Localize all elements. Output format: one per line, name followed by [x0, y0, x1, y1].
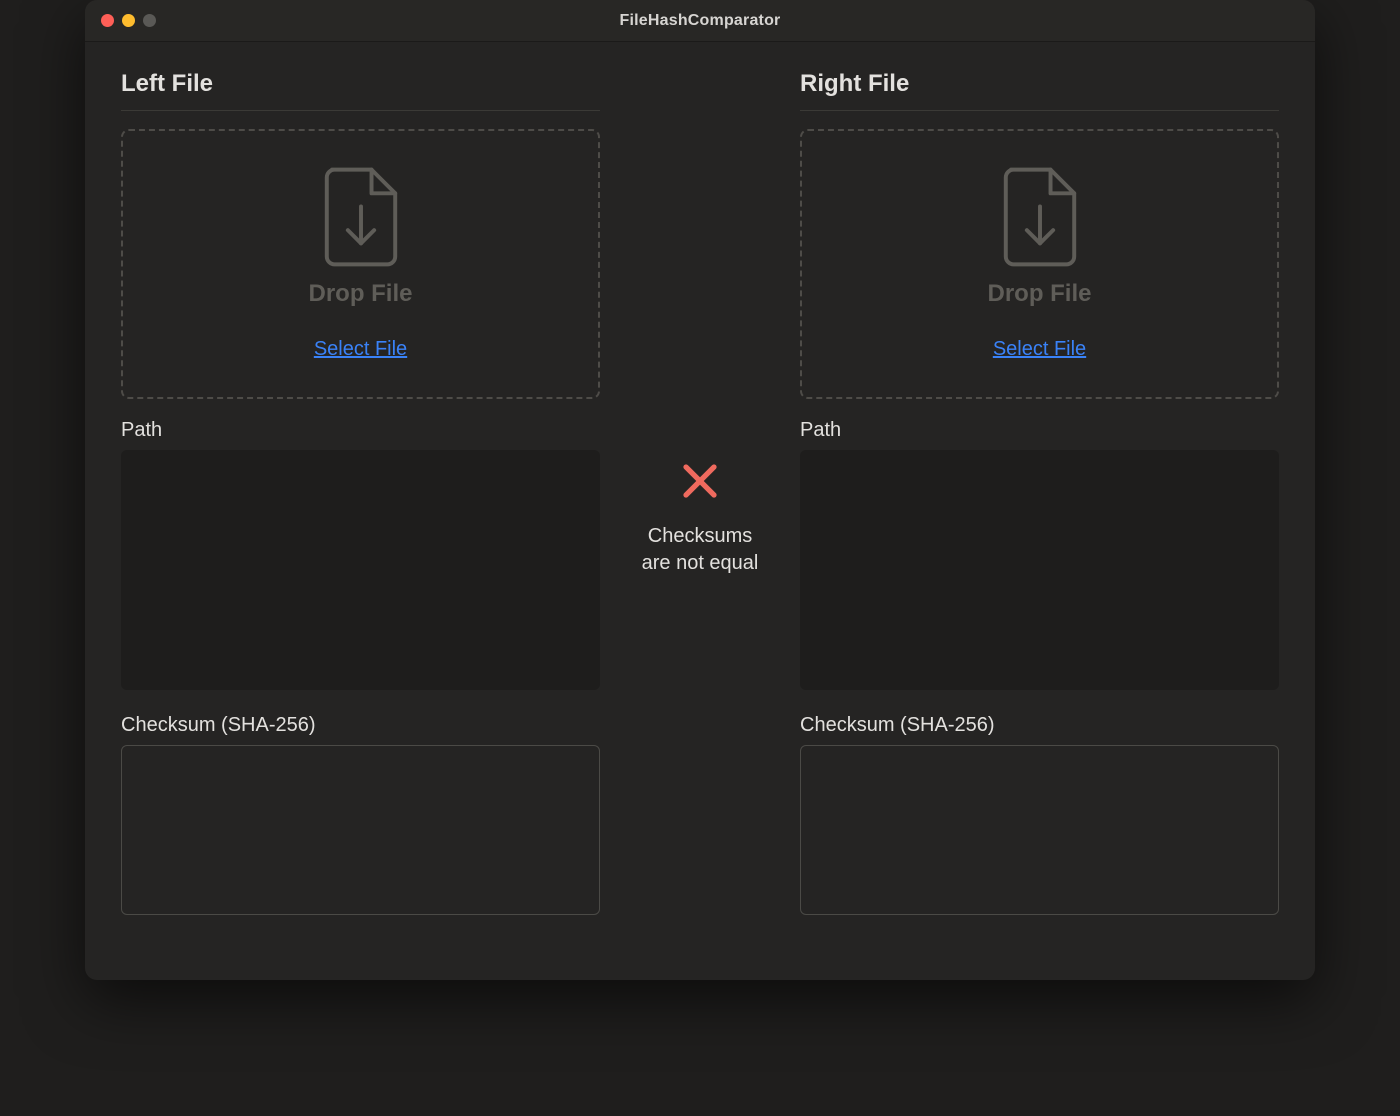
titlebar: FileHashComparator	[85, 0, 1315, 42]
left-checksum-value[interactable]	[121, 745, 600, 915]
main-content: Left File Drop File Select File Path Che…	[85, 42, 1315, 980]
right-drop-text: Drop File	[987, 280, 1091, 308]
right-dropzone[interactable]: Drop File Select File	[800, 129, 1279, 399]
right-path-label: Path	[800, 419, 1279, 442]
right-checksum-value[interactable]	[800, 745, 1279, 915]
zoom-window-button[interactable]	[143, 14, 156, 27]
left-drop-text: Drop File	[308, 280, 412, 308]
left-file-panel: Left File Drop File Select File Path Che…	[121, 70, 600, 944]
right-path-value[interactable]	[800, 450, 1279, 690]
comparison-status-text: Checksums are not equal	[642, 523, 759, 577]
x-mark-icon	[679, 460, 721, 507]
right-select-file-link[interactable]: Select File	[993, 338, 1086, 361]
window-title: FileHashComparator	[620, 12, 781, 30]
right-checksum-label: Checksum (SHA-256)	[800, 714, 1279, 737]
comparison-status: Checksums are not equal	[600, 70, 800, 944]
right-file-panel: Right File Drop File Select File Path Ch…	[800, 70, 1279, 944]
app-window: FileHashComparator Left File Drop File S…	[85, 0, 1315, 980]
file-download-icon	[997, 167, 1083, 272]
left-file-heading: Left File	[121, 70, 600, 111]
file-download-icon	[318, 167, 404, 272]
left-select-file-link[interactable]: Select File	[314, 338, 407, 361]
close-window-button[interactable]	[101, 14, 114, 27]
left-path-label: Path	[121, 419, 600, 442]
right-file-heading: Right File	[800, 70, 1279, 111]
left-dropzone[interactable]: Drop File Select File	[121, 129, 600, 399]
left-checksum-label: Checksum (SHA-256)	[121, 714, 600, 737]
minimize-window-button[interactable]	[122, 14, 135, 27]
traffic-lights	[101, 14, 156, 27]
left-path-value[interactable]	[121, 450, 600, 690]
